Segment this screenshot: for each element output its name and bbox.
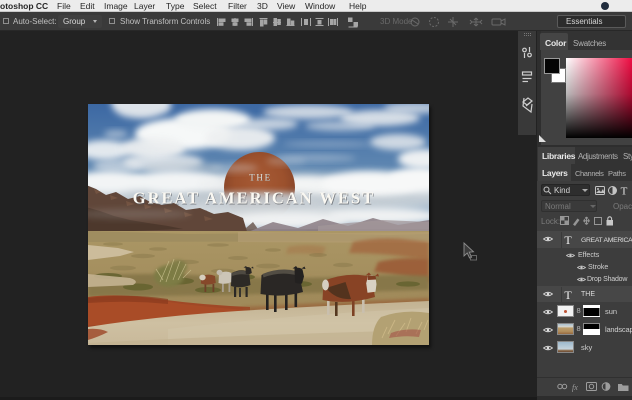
- svg-text:T: T: [621, 186, 628, 197]
- svg-text:THE: THE: [249, 173, 272, 183]
- svg-text:GREAT AMERICAN WEST: GREAT AMERICAN WEST: [133, 189, 375, 208]
- svg-text:fx: fx: [572, 383, 578, 392]
